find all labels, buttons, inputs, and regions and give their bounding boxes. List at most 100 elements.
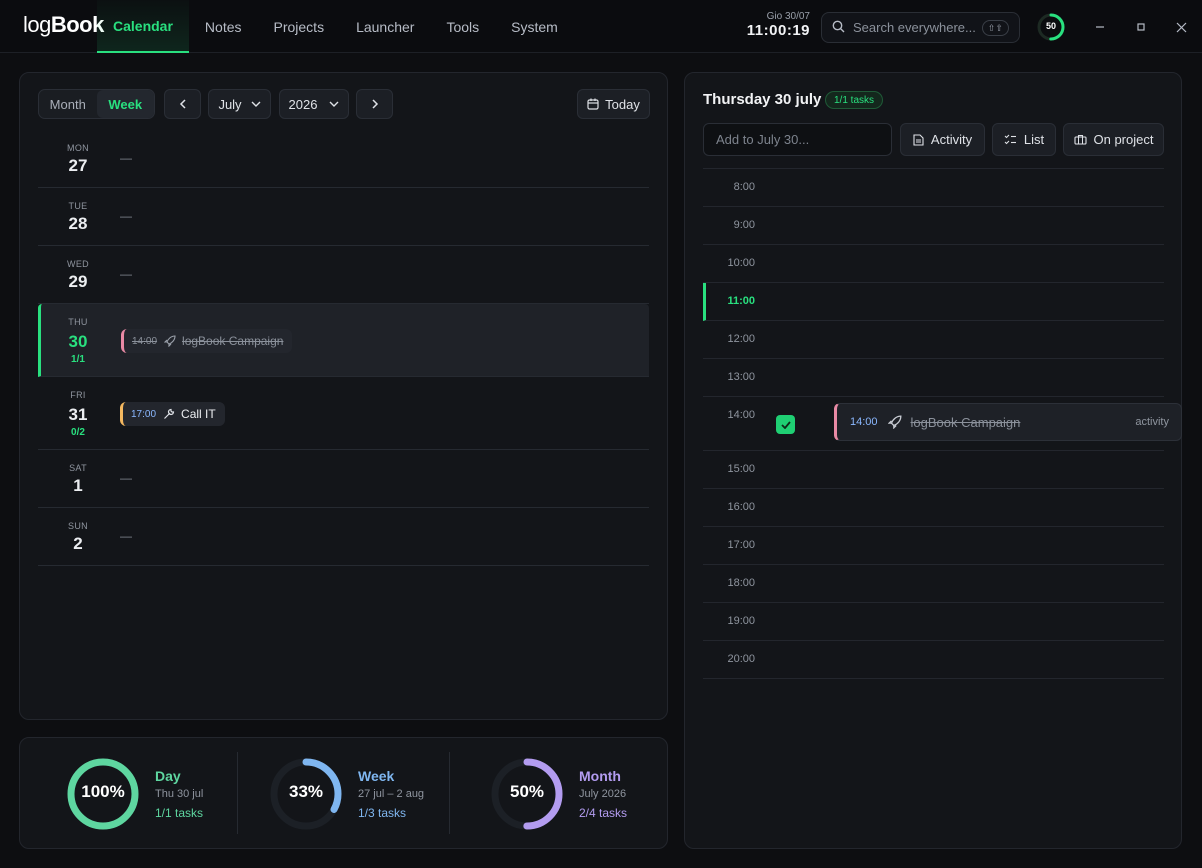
daily-progress-ring[interactable]: 50 xyxy=(1036,12,1066,42)
chevron-left-icon xyxy=(179,99,186,109)
day-number: 29 xyxy=(68,272,88,291)
timeline-event[interactable]: 14:00 logBook Campaign activity xyxy=(834,403,1182,441)
hour-slot[interactable]: 15:00 xyxy=(703,451,1164,489)
day-task-badge: 1/1 tasks xyxy=(825,91,884,109)
hour-slot[interactable]: 16:00 xyxy=(703,489,1164,527)
close-icon xyxy=(1176,22,1186,32)
week-day-list: MON 27 — TUE 28 — WED 29 — THU 30 1/1 14… xyxy=(38,130,649,566)
add-task-input[interactable] xyxy=(703,123,892,156)
day-of-week: FRI xyxy=(70,390,86,400)
week-label: Week xyxy=(358,768,395,784)
event-chip[interactable]: 17:00 Call IT xyxy=(120,402,225,426)
day-row[interactable]: MON 27 — xyxy=(38,130,649,188)
event-title: logBook Campaign xyxy=(910,414,1021,430)
day-of-week: THU xyxy=(68,317,88,327)
day-row[interactable]: TUE 28 — xyxy=(38,188,649,246)
global-search[interactable]: ⇧⇧ xyxy=(821,12,1020,43)
event-kind: activity xyxy=(1135,416,1169,428)
hour-slot[interactable]: 9:00 xyxy=(703,207,1164,245)
divider xyxy=(449,752,450,834)
hour-slot[interactable]: 18:00 xyxy=(703,565,1164,603)
day-of-week: TUE xyxy=(68,201,88,211)
day-row[interactable]: FRI 31 0/2 17:00 Call IT xyxy=(38,377,649,450)
checklist-icon xyxy=(1004,134,1016,145)
day-number: 2 xyxy=(73,534,83,553)
top-bar: logBook Calendar Notes Projects Launcher… xyxy=(0,0,1202,53)
day-percent: 100% xyxy=(81,782,125,801)
add-list-button[interactable]: List xyxy=(992,123,1056,156)
today-button[interactable]: Today xyxy=(577,89,650,119)
day-label: Day xyxy=(155,768,181,784)
day-detail-panel: Thursday 30 july 1/1 tasks Activity List… xyxy=(684,72,1182,849)
tab-tools[interactable]: Tools xyxy=(430,0,495,53)
event-time: 14:00 xyxy=(850,416,878,428)
chevron-right-icon xyxy=(371,99,378,109)
app-logo: logBook xyxy=(23,12,104,37)
day-row[interactable]: SUN 2 — xyxy=(38,508,649,566)
day-number: 27 xyxy=(68,156,88,175)
hour-slot[interactable]: 17:00 xyxy=(703,527,1164,565)
day-of-week: WED xyxy=(67,259,89,269)
week-percent: 33% xyxy=(288,782,324,801)
main-nav: Calendar Notes Projects Launcher Tools S… xyxy=(97,0,574,53)
month-select[interactable]: July xyxy=(208,89,271,119)
day-number: 30 xyxy=(68,332,88,351)
hour-slot[interactable]: 20:00 xyxy=(703,641,1164,679)
view-month-button[interactable]: Month xyxy=(39,90,97,118)
year-select[interactable]: 2026 xyxy=(279,89,349,119)
hour-slot-now[interactable]: 11:00 xyxy=(703,283,1164,321)
day-row-today[interactable]: THU 30 1/1 14:00 logBook Campaign xyxy=(38,304,649,377)
divider xyxy=(237,752,238,834)
event-title: logBook Campaign xyxy=(182,334,284,348)
prev-button[interactable] xyxy=(164,89,201,119)
add-on-project-button[interactable]: On project xyxy=(1063,123,1164,156)
day-task-count: 1/1 xyxy=(71,354,85,365)
event-done-checkbox[interactable] xyxy=(776,415,795,434)
month-label: Month xyxy=(579,768,621,784)
month-count: 2/4 tasks xyxy=(579,806,628,820)
tab-system[interactable]: System xyxy=(495,0,574,53)
tab-projects[interactable]: Projects xyxy=(258,0,341,53)
hour-slot[interactable]: 19:00 xyxy=(703,603,1164,641)
day-row[interactable]: SAT 1 — xyxy=(38,450,649,508)
day-task-count: 0/2 xyxy=(71,427,85,438)
next-button[interactable] xyxy=(356,89,393,119)
day-range: Thu 30 jul xyxy=(155,788,204,800)
stats-panel: 100% Day Thu 30 jul 1/1 tasks 33% Week 2… xyxy=(19,737,668,849)
tab-calendar[interactable]: Calendar xyxy=(97,0,189,53)
chevron-down-icon xyxy=(329,101,339,107)
clock-time: 11:00:19 xyxy=(746,22,810,39)
maximize-button[interactable] xyxy=(1130,16,1152,38)
add-activity-button[interactable]: Activity xyxy=(900,123,985,156)
hour-slot[interactable]: 8:00 xyxy=(703,169,1164,207)
hour-slot[interactable]: 10:00 xyxy=(703,245,1164,283)
empty-marker: — xyxy=(120,267,132,281)
hour-slot[interactable]: 13:00 xyxy=(703,359,1164,397)
empty-marker: — xyxy=(120,529,132,543)
event-chip[interactable]: 14:00 logBook Campaign xyxy=(121,329,293,353)
clock-date: Gio 30/07 xyxy=(766,11,810,22)
tab-launcher[interactable]: Launcher xyxy=(340,0,430,53)
tab-notes[interactable]: Notes xyxy=(189,0,258,53)
empty-marker: — xyxy=(120,151,132,165)
view-switch: Month Week xyxy=(38,89,155,119)
event-title: Call IT xyxy=(181,407,216,421)
hour-slot[interactable]: 12:00 xyxy=(703,321,1164,359)
hour-slot[interactable]: 14:00 14:00 logBook Campaign activity xyxy=(703,397,1182,451)
day-title: Thursday 30 july xyxy=(703,91,822,108)
view-week-button[interactable]: Week xyxy=(96,90,154,118)
day-row[interactable]: WED 29 — xyxy=(38,246,649,304)
month-percent: 50% xyxy=(509,782,545,801)
week-range: 27 jul – 2 aug xyxy=(358,788,425,800)
day-number: 28 xyxy=(68,214,88,233)
empty-marker: — xyxy=(120,471,132,485)
day-number: 1 xyxy=(73,476,83,495)
chevron-down-icon xyxy=(251,101,261,107)
search-input[interactable] xyxy=(853,20,981,35)
day-of-week: MON xyxy=(67,143,89,153)
clock: Gio 30/07 11:00:19 xyxy=(738,11,810,39)
document-icon xyxy=(913,133,924,146)
rocket-icon xyxy=(887,415,902,429)
minimize-button[interactable] xyxy=(1089,16,1111,38)
close-button[interactable] xyxy=(1170,16,1192,38)
